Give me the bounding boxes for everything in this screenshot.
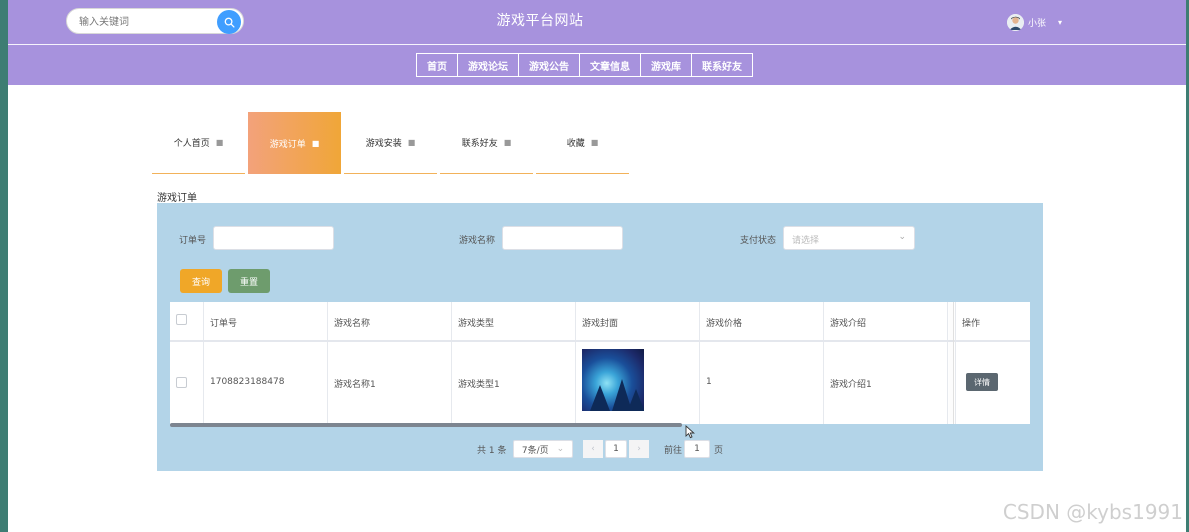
game-name-cell: 游戏名称1 [328,342,452,424]
select-all-checkbox[interactable] [176,314,187,325]
pay-status-placeholder: 请选择 [792,236,820,246]
watermark: CSDN @kybs1991 [1002,500,1183,524]
column-header: 游戏类型 [452,302,576,340]
nav-item-forum[interactable]: 游戏论坛 [457,53,518,77]
nav-item-home[interactable]: 首页 [416,53,457,77]
game-name-input[interactable] [502,226,623,250]
pay-status-label: 支付状态 [740,236,777,246]
page-number-current[interactable]: 1 [605,440,627,458]
order-no-input[interactable] [213,226,334,250]
search-box [66,8,244,34]
column-header: 游戏名称 [328,302,452,340]
nav-item-articles[interactable]: 文章信息 [579,53,640,77]
nav-item-friends[interactable]: 联系好友 [691,53,753,77]
home-icon: ■ [590,138,599,147]
orders-table: 订单号 游戏名称 游戏类型 游戏封面 游戏价格 游戏介绍 操作 17088231… [170,302,1030,427]
home-icon: ■ [215,138,224,147]
page-size-value: 7条/页 [521,445,549,456]
order-no-cell: 1708823188478 [204,342,328,424]
chevron-down-icon: ⌄ [556,444,565,454]
search-icon [224,17,235,28]
intro-cell: 游戏介绍1 [824,342,948,424]
site-title: 游戏平台网站 [496,13,584,29]
nav-item-notice[interactable]: 游戏公告 [518,53,579,77]
nav-item-library[interactable]: 游戏库 [640,53,691,77]
prev-page-button[interactable]: ‹ [583,440,603,458]
tab-home[interactable]: 个人首页 ■ [152,112,245,174]
search-button[interactable] [217,10,241,34]
tab-label: 联系好友 [461,139,498,149]
game-name-label: 游戏名称 [459,236,496,246]
total-count: 共 1 条 [477,445,507,456]
next-page-button[interactable]: › [629,440,649,458]
tab-game-install[interactable]: 游戏安装 ■ [344,112,437,174]
user-avatar-icon [1007,13,1024,31]
column-header: 游戏封面 [576,302,700,340]
game-type-cell: 游戏类型1 [452,342,576,424]
main-nav: 首页 游戏论坛 游戏公告 文章信息 游戏库 联系好友 [416,53,753,77]
fixed-column-shadow [953,302,954,424]
home-icon: ■ [503,138,512,147]
pay-status-select[interactable]: 请选择 ⌄ [783,226,915,250]
tab-favorites[interactable]: 收藏 ■ [536,112,629,174]
user-name: 小张 [1028,18,1047,29]
row-select-cell [170,342,204,424]
user-menu[interactable]: 小张 ▾ [1007,12,1062,32]
game-cover-image [582,349,644,411]
avatar [1007,13,1024,31]
tab-game-orders[interactable]: 游戏订单 ■ [248,112,341,174]
clipped-cell [948,342,956,424]
detail-button[interactable]: 详情 [966,373,998,391]
column-header: 游戏价格 [700,302,824,340]
order-no-label: 订单号 [179,236,207,246]
tab-label: 游戏订单 [269,139,306,150]
chevron-down-icon: ▾ [1058,17,1063,27]
search-input[interactable] [77,13,211,31]
column-header-clipped [948,302,956,340]
tab-label: 游戏安装 [365,139,402,149]
tab-friends[interactable]: 联系好友 ■ [440,112,533,174]
goto-page-input[interactable]: 1 [684,440,710,458]
header-select-cell [170,302,204,340]
tab-label: 收藏 [566,139,585,149]
price-cell: 1 [700,342,824,424]
page-size-select[interactable]: 7条/页 ⌄ [513,440,573,458]
mouse-cursor-icon [685,425,695,439]
tab-label: 个人首页 [173,139,210,149]
section-title: 游戏订单 [157,193,197,204]
chevron-down-icon: ⌄ [898,232,906,242]
column-header: 订单号 [204,302,328,340]
column-header: 操作 [962,319,981,329]
column-header: 游戏介绍 [824,302,948,340]
query-button[interactable]: 查询 [180,269,222,293]
row-checkbox[interactable] [176,377,187,388]
reset-button[interactable]: 重置 [228,269,270,293]
horizontal-scrollbar[interactable] [170,423,682,427]
home-icon: ■ [407,138,416,147]
home-icon: ■ [311,138,320,148]
page-suffix: 页 [714,445,724,456]
orders-panel: 订单号 游戏名称 支付状态 请选择 ⌄ 查询 重置 订单号 游戏名称 游戏类型 … [157,203,1043,471]
header-divider [8,44,1186,45]
window-left-edge [0,0,8,532]
